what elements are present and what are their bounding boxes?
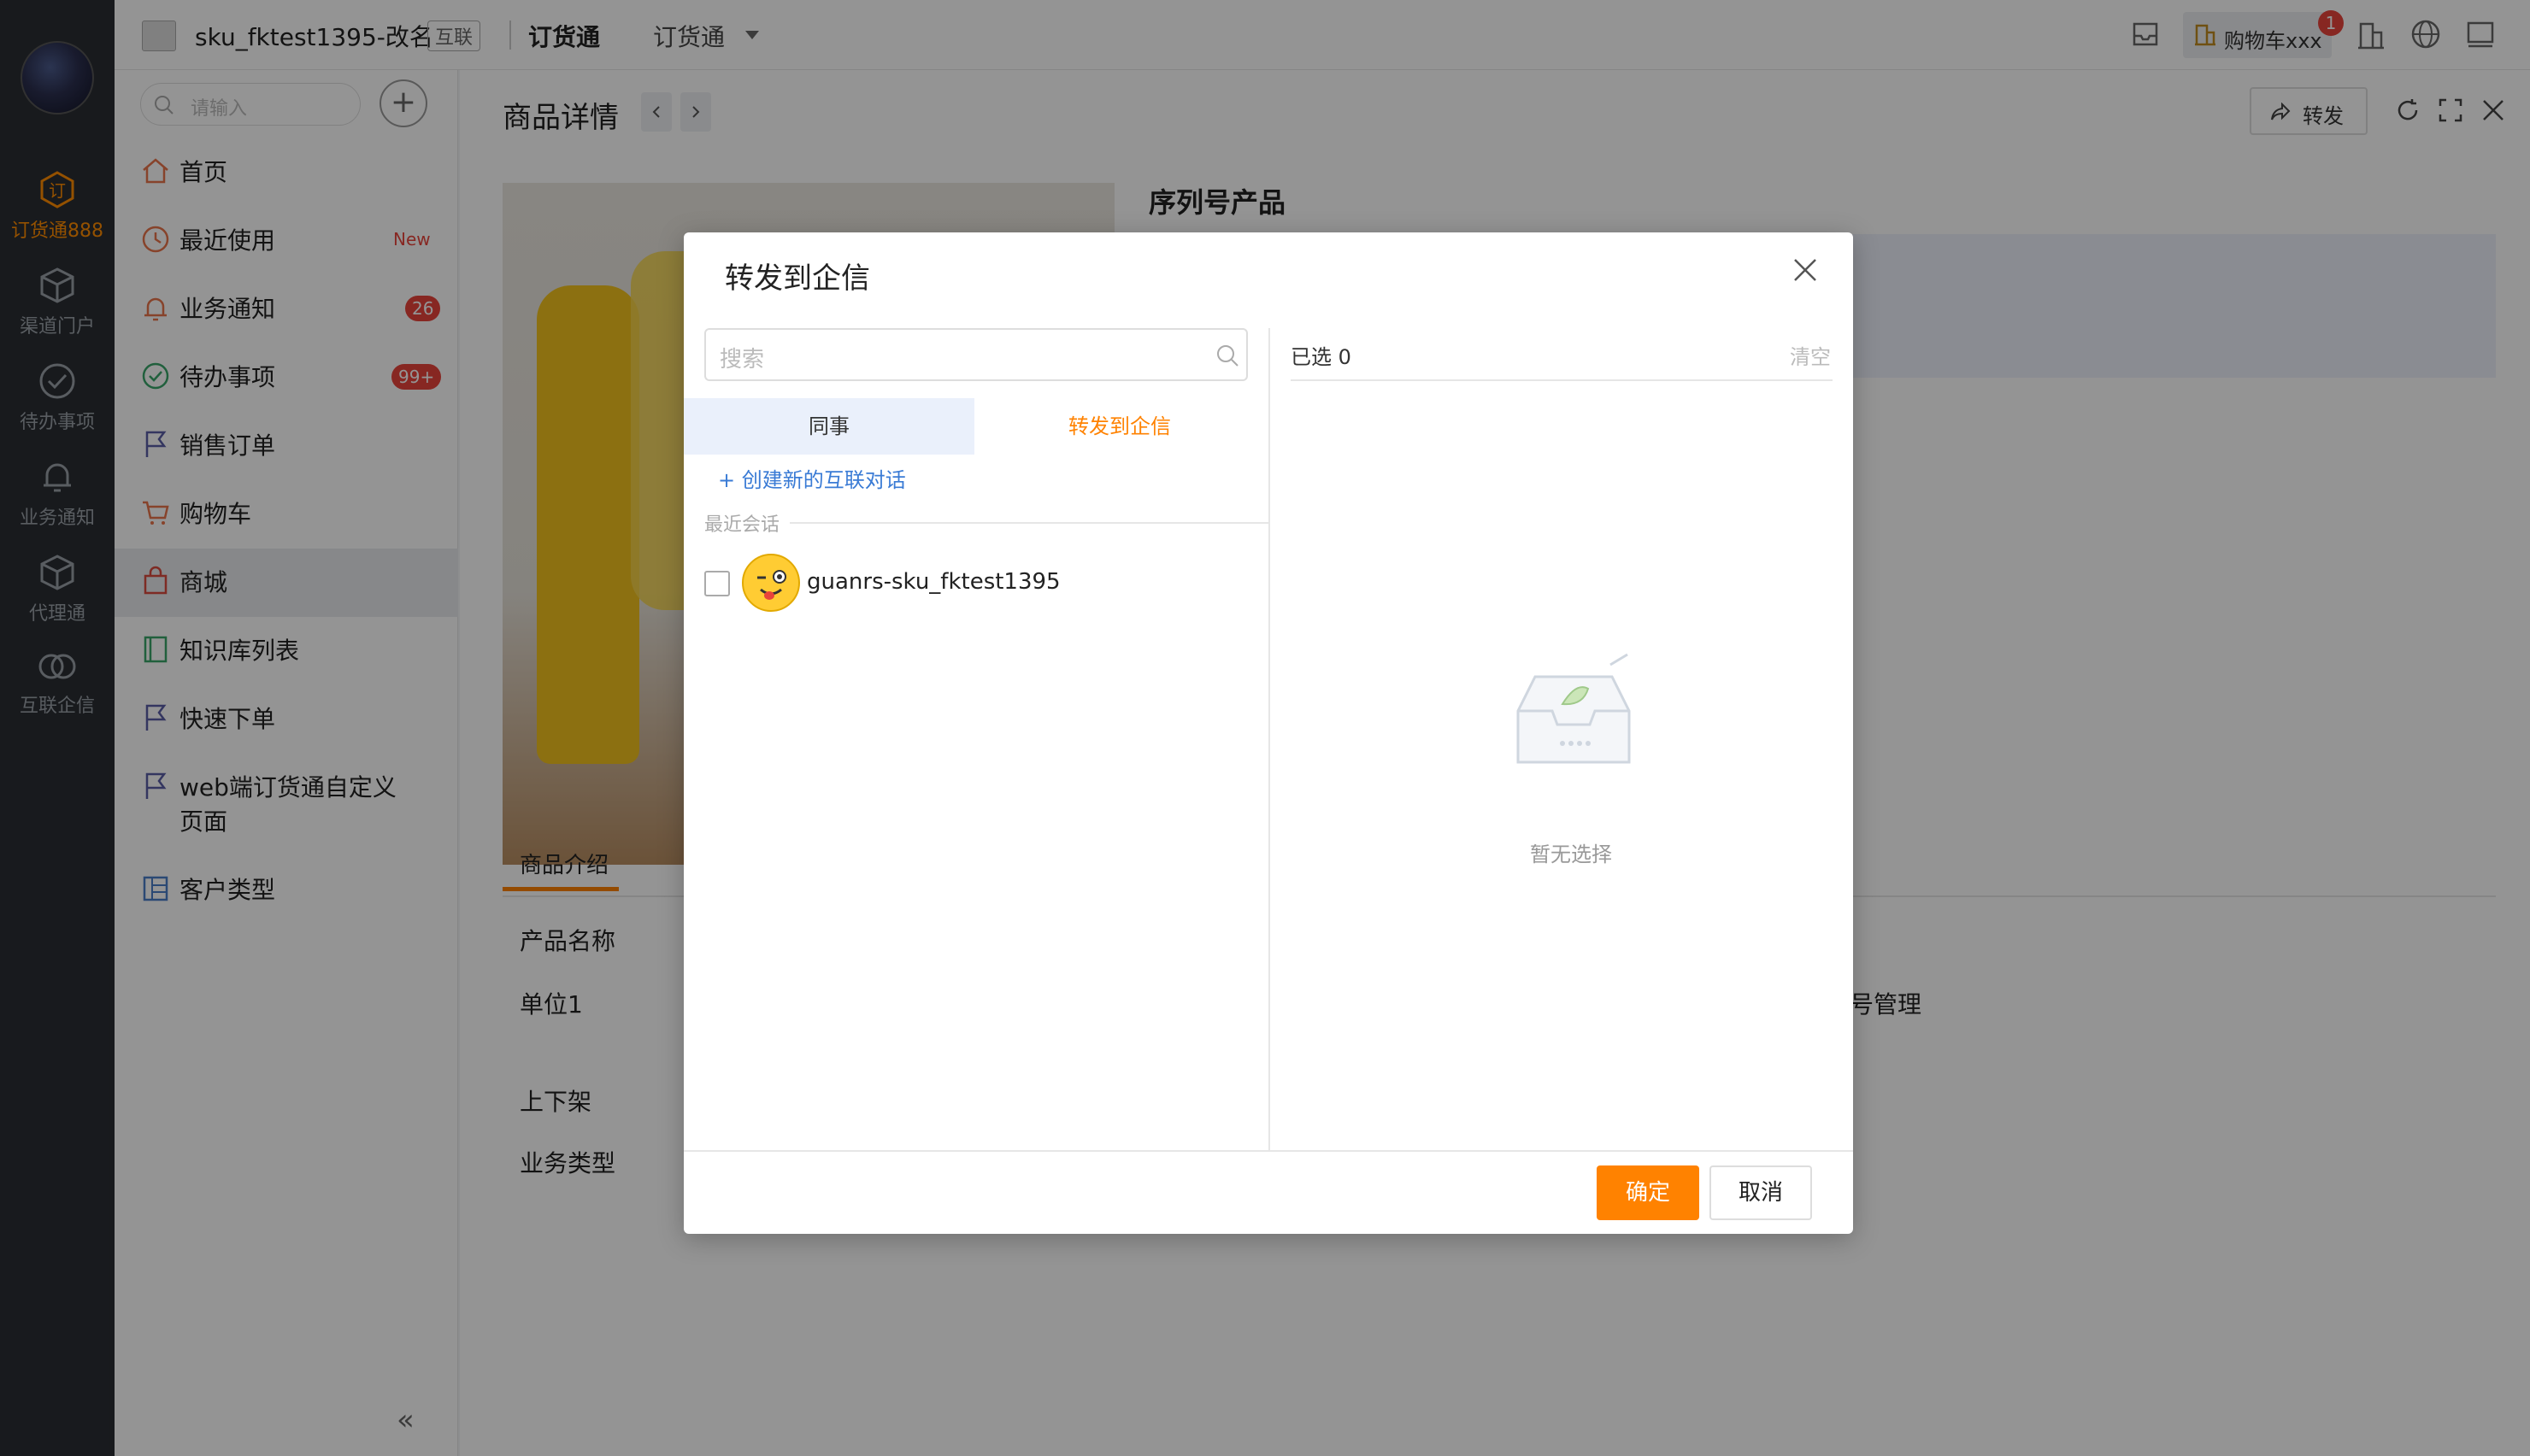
empty-state-text: 暂无选择 (1530, 842, 1612, 866)
dialog-title: 转发到企信 (725, 261, 870, 296)
create-conversation-link[interactable]: + 创建新的互联对话 (718, 463, 906, 493)
conversation-checkbox[interactable] (704, 571, 730, 596)
cancel-button[interactable]: 取消 (1709, 1165, 1812, 1220)
empty-box-icon (1516, 653, 1631, 764)
selected-count: 已选 0 (1291, 345, 1351, 369)
confirm-button[interactable]: 确定 (1597, 1165, 1699, 1220)
wink-face-icon (757, 570, 786, 600)
divider (790, 522, 1268, 524)
search-icon (1217, 345, 1239, 367)
divider (1291, 379, 1833, 381)
close-icon[interactable] (1792, 256, 1819, 284)
tab-colleagues[interactable]: 同事 (684, 398, 974, 455)
contact-search-input[interactable]: 搜索 (704, 328, 1248, 381)
tab-forward-qixin[interactable]: 转发到企信 (974, 398, 1265, 455)
search-placeholder: 搜索 (720, 347, 765, 373)
conversation-name[interactable]: guanrs-sku_fktest1395 (807, 569, 1061, 595)
emoji-avatar (742, 554, 800, 612)
recent-section-label: 最近会话 (704, 514, 780, 536)
divider (1268, 328, 1270, 1150)
clear-button[interactable]: 清空 (1790, 340, 1831, 370)
forward-dialog: 转发到企信 搜索 同事 转发到企信 + 创建新的互联对话 最近会话 guanrs… (684, 232, 1853, 1234)
divider (684, 1150, 1853, 1152)
